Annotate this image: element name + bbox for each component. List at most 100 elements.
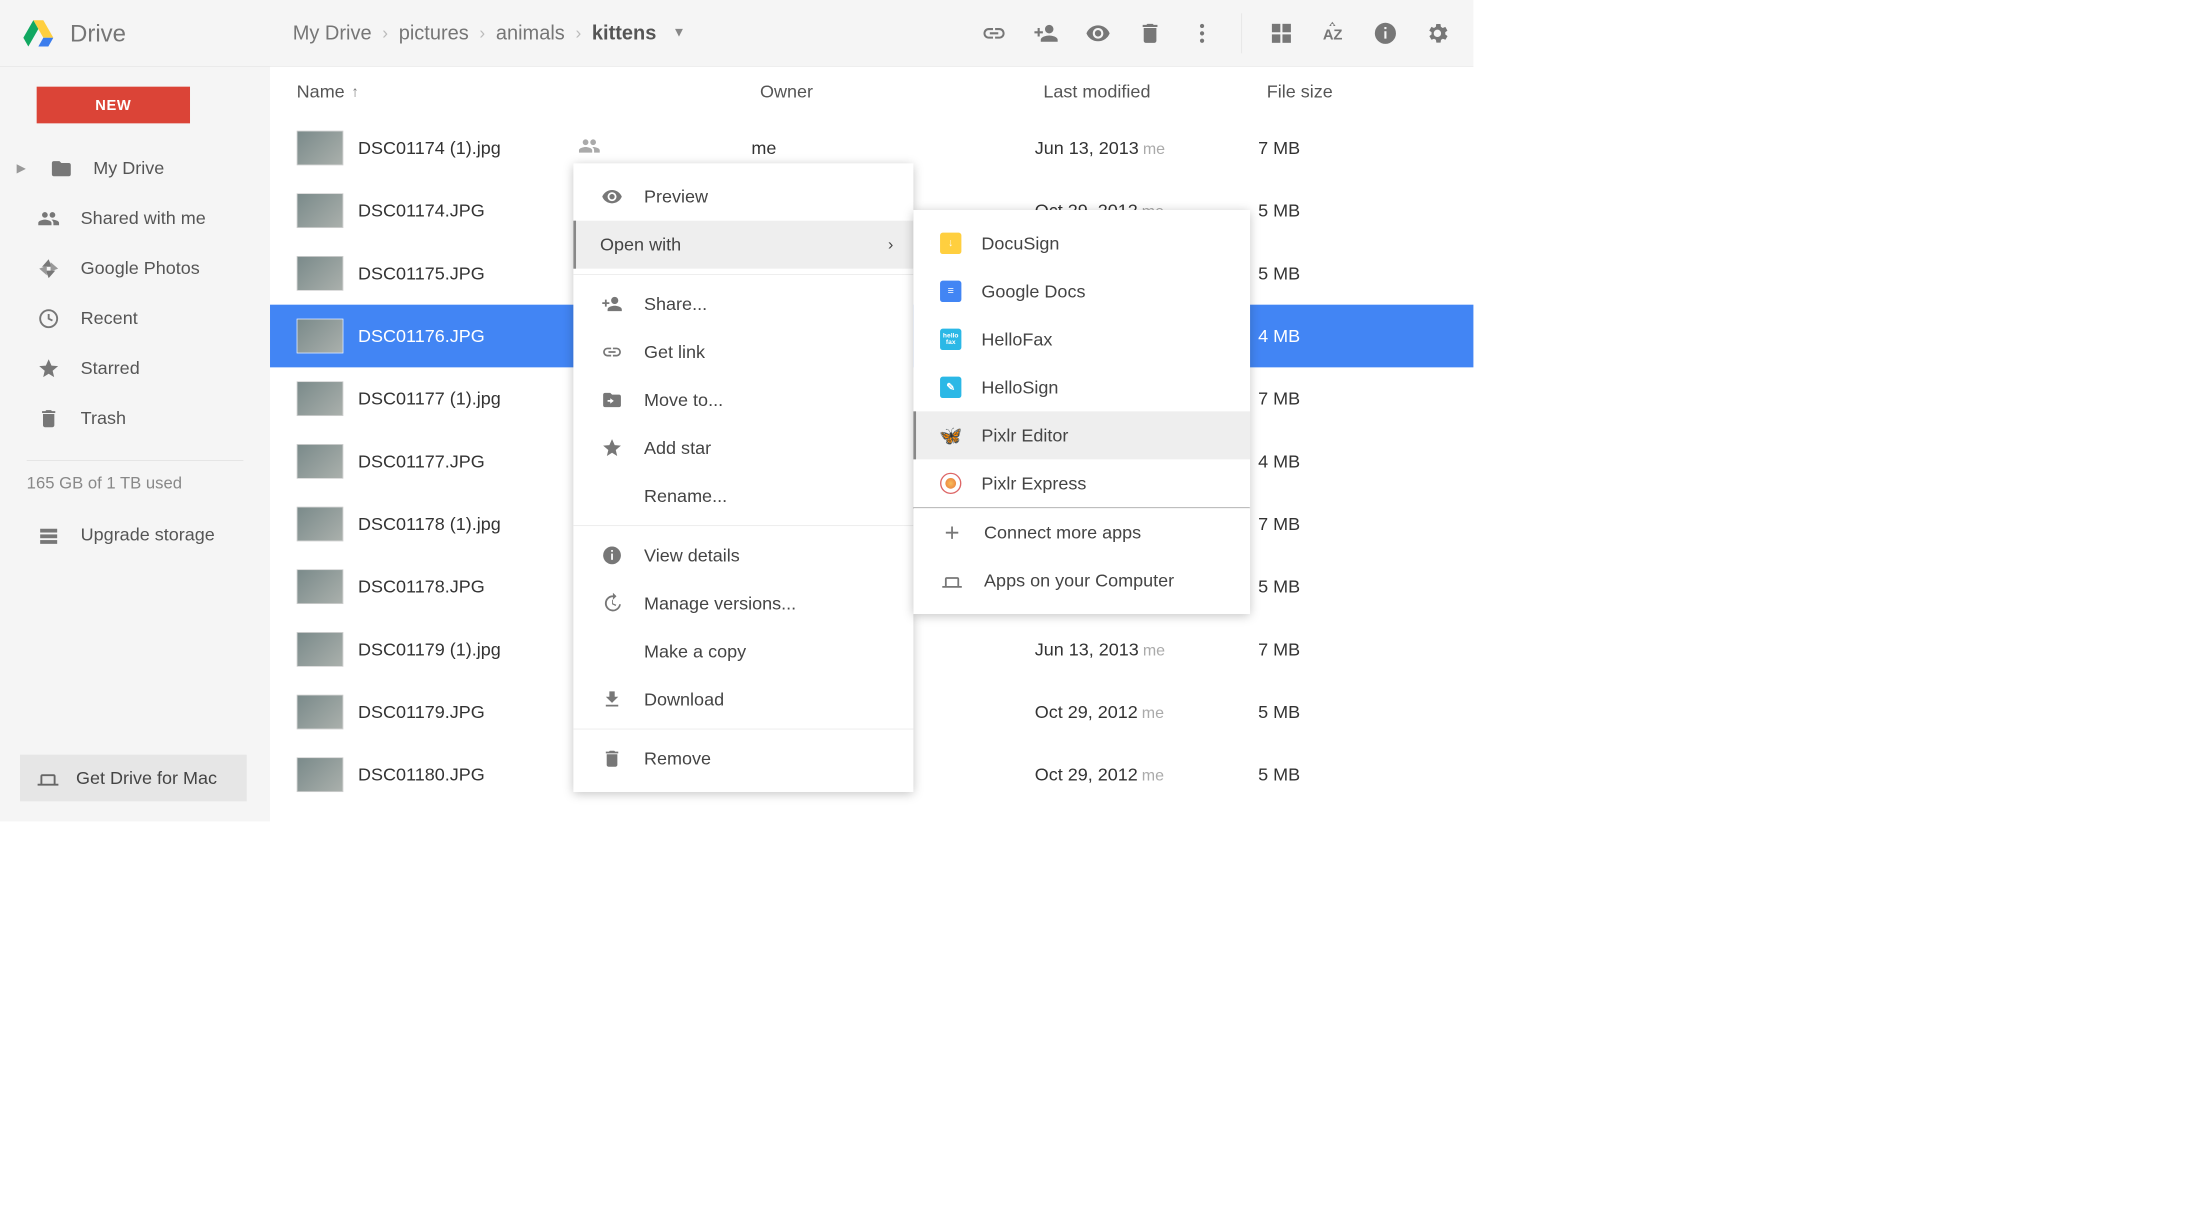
file-name: DSC01177 (1).jpg <box>358 388 578 409</box>
file-thumbnail <box>297 381 344 416</box>
svg-text:Z: Z <box>1333 27 1342 43</box>
app-hellofax[interactable]: hellofaxHelloFax <box>913 315 1250 363</box>
sidebar-item-recent[interactable]: Recent <box>0 293 270 343</box>
more-vert-icon[interactable] <box>1189 20 1214 45</box>
column-size[interactable]: File size <box>1267 81 1474 102</box>
apps-on-computer[interactable]: Apps on your Computer <box>913 557 1250 605</box>
sidebar-item-my-drive[interactable]: ▶ My Drive <box>0 143 270 193</box>
sidebar-item-trash[interactable]: Trash <box>0 393 270 443</box>
menu-manage-versions[interactable]: Manage versions... <box>573 579 913 627</box>
breadcrumb-item-current[interactable]: kittens <box>592 22 656 45</box>
file-size: 7 MB <box>1258 388 1473 409</box>
add-person-icon[interactable] <box>1033 20 1058 45</box>
file-thumbnail <box>297 131 344 166</box>
file-size: 5 MB <box>1258 576 1473 597</box>
file-modified: Jun 13, 2013me <box>1035 138 1258 159</box>
menu-view-details[interactable]: View details <box>573 531 913 579</box>
menu-move-to[interactable]: Move to... <box>573 376 913 424</box>
app-docusign[interactable]: ↓DocuSign <box>913 219 1250 267</box>
file-size: 5 MB <box>1258 200 1473 221</box>
app-pixlr-express[interactable]: Pixlr Express <box>913 459 1250 507</box>
app-google-docs[interactable]: ≡Google Docs <box>913 267 1250 315</box>
plus-icon <box>940 521 964 545</box>
sidebar-item-label: Trash <box>81 408 126 429</box>
breadcrumbs: My Drive › pictures › animals › kittens … <box>293 22 686 45</box>
file-size: 5 MB <box>1258 764 1473 785</box>
connect-more-apps[interactable]: Connect more apps <box>913 509 1250 557</box>
menu-make-copy[interactable]: Make a copy <box>573 627 913 675</box>
file-name: DSC01174.JPG <box>358 200 578 221</box>
get-drive-label: Get Drive for Mac <box>76 768 217 789</box>
storage-icon <box>37 523 61 547</box>
sidebar-item-label: Starred <box>81 358 140 379</box>
sidebar-item-label: Upgrade storage <box>81 525 215 546</box>
star-icon <box>37 356 61 380</box>
folder-move-icon <box>600 388 624 412</box>
file-name: DSC01179 (1).jpg <box>358 639 578 660</box>
file-name: DSC01175.JPG <box>358 263 578 284</box>
trash-icon[interactable] <box>1137 20 1162 45</box>
menu-download[interactable]: Download <box>573 675 913 723</box>
file-modified: Oct 29, 2012me <box>1035 764 1258 785</box>
file-thumbnail <box>297 256 344 291</box>
sidebar-item-upgrade[interactable]: Upgrade storage <box>0 510 270 560</box>
sidebar-item-shared[interactable]: Shared with me <box>0 193 270 243</box>
chevron-right-icon: › <box>888 235 893 254</box>
trash-icon <box>37 406 61 430</box>
sidebar-item-label: Shared with me <box>81 208 206 229</box>
google-docs-icon: ≡ <box>940 281 961 302</box>
sidebar-item-photos[interactable]: Google Photos <box>0 243 270 293</box>
breadcrumb-item[interactable]: My Drive <box>293 22 372 45</box>
file-size: 7 MB <box>1258 138 1473 159</box>
sidebar-item-starred[interactable]: Starred <box>0 343 270 393</box>
expand-triangle-icon[interactable]: ▶ <box>17 161 26 175</box>
gear-icon[interactable] <box>1425 20 1450 45</box>
hellosign-icon: ✎ <box>940 377 961 398</box>
file-size: 7 MB <box>1258 639 1473 660</box>
column-modified[interactable]: Last modified <box>1043 81 1266 102</box>
grid-view-icon[interactable] <box>1269 20 1294 45</box>
eye-icon[interactable] <box>1085 20 1110 45</box>
chevron-right-icon: › <box>575 23 581 44</box>
menu-preview[interactable]: Preview <box>573 173 913 221</box>
link-icon[interactable] <box>981 20 1006 45</box>
new-button[interactable]: NEW <box>37 87 190 124</box>
breadcrumb-item[interactable]: animals <box>496 22 565 45</box>
menu-get-link[interactable]: Get link <box>573 328 913 376</box>
dropdown-arrow-icon[interactable]: ▼ <box>672 25 685 40</box>
download-icon <box>600 687 624 711</box>
eye-icon <box>600 185 624 209</box>
file-modified: Oct 29, 2012me <box>1035 702 1258 723</box>
menu-rename[interactable]: Rename... <box>573 472 913 520</box>
file-size: 5 MB <box>1258 263 1473 284</box>
menu-add-star[interactable]: Add star <box>573 424 913 472</box>
svg-text:A: A <box>1323 27 1334 43</box>
sidebar-item-label: Recent <box>81 308 138 329</box>
info-icon[interactable] <box>1373 20 1398 45</box>
menu-remove[interactable]: Remove <box>573 735 913 783</box>
file-name: DSC01174 (1).jpg <box>358 138 578 159</box>
link-icon <box>600 340 624 364</box>
file-size: 7 MB <box>1258 514 1473 535</box>
file-modified: Jun 13, 2013me <box>1035 639 1258 660</box>
pixlr-express-icon <box>940 473 961 494</box>
app-pixlr-editor[interactable]: 🦋Pixlr Editor <box>913 411 1250 459</box>
file-owner: me <box>751 138 1034 159</box>
sort-az-icon[interactable]: AZ <box>1321 20 1346 45</box>
file-thumbnail <box>297 569 344 604</box>
column-name[interactable]: Name↑ <box>297 81 760 102</box>
file-name: DSC01179.JPG <box>358 702 578 723</box>
file-name: DSC01178 (1).jpg <box>358 514 578 535</box>
photos-pinwheel-icon <box>37 256 61 280</box>
trash-icon <box>600 747 624 771</box>
breadcrumb-item[interactable]: pictures <box>399 22 469 45</box>
get-drive-button[interactable]: Get Drive for Mac <box>20 755 247 802</box>
menu-share[interactable]: Share... <box>573 280 913 328</box>
menu-open-with[interactable]: Open with› <box>573 221 913 269</box>
sort-asc-icon: ↑ <box>351 83 358 100</box>
file-thumbnail <box>297 507 344 542</box>
column-owner[interactable]: Owner <box>760 81 1043 102</box>
docusign-icon: ↓ <box>940 233 961 254</box>
file-name: DSC01180.JPG <box>358 764 578 785</box>
app-hellosign[interactable]: ✎HelloSign <box>913 363 1250 411</box>
